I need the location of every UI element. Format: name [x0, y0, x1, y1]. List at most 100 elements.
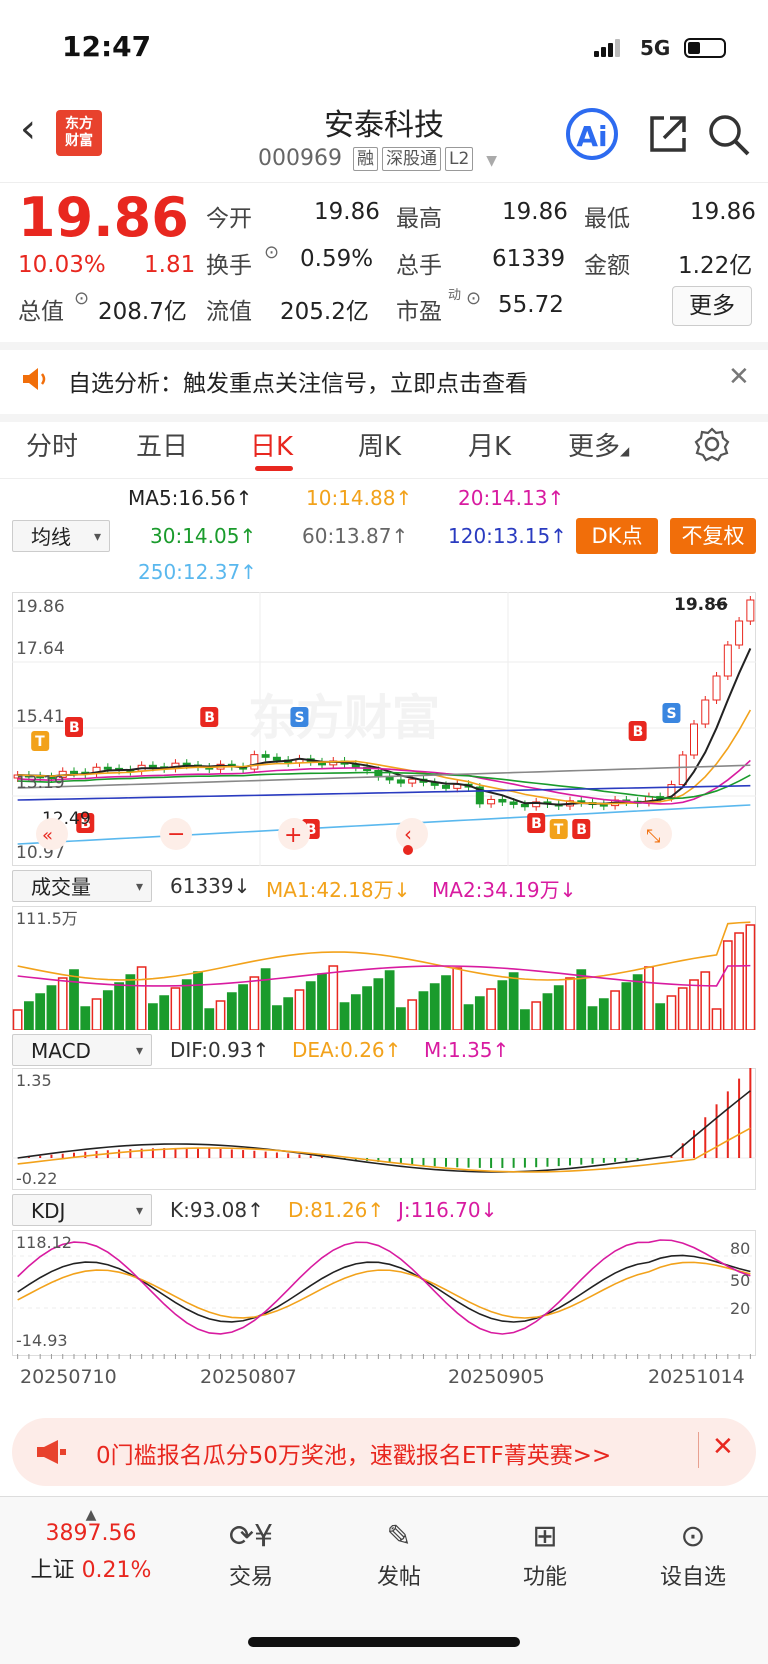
signal-icon [594, 38, 622, 57]
network-label: 5G [640, 36, 671, 60]
no-adjust-button[interactable]: 不复权 [670, 518, 756, 554]
volume-bar [294, 989, 305, 1030]
close-icon[interactable]: ✕ [712, 1432, 734, 1462]
macd-m: M:1.35↑ [424, 1038, 510, 1062]
volume-bar [181, 979, 192, 1030]
volume-bar [486, 988, 496, 1030]
tab-weekly-k[interactable]: 周K [358, 426, 401, 463]
volume-bar [350, 994, 361, 1030]
share-icon[interactable] [646, 112, 690, 156]
home-indicator [248, 1637, 520, 1647]
search-icon[interactable] [706, 112, 752, 158]
kdj-chart[interactable]: 118.12 -14.93 80 50 20 [12, 1230, 756, 1356]
ma30-value: 30:14.05↑ [150, 524, 257, 548]
volume-bar [474, 996, 485, 1030]
indicator-select-volume[interactable]: 成交量 [12, 870, 152, 903]
candle [487, 798, 496, 805]
volume-chart[interactable]: 111.5万 [12, 906, 756, 1030]
tab-five-day[interactable]: 五日 [136, 426, 188, 463]
settings-gear-icon[interactable] [694, 426, 730, 462]
watermark: 东方财富 [248, 690, 440, 746]
more-quote-button[interactable]: 更多 [672, 286, 752, 326]
volume-current: 61339↓ [170, 874, 251, 898]
tab-more-label: 更多 [568, 432, 621, 462]
signal-badge-letter: T [554, 822, 564, 838]
tab-intraday[interactable]: 分时 [26, 426, 78, 463]
index-change: 0.21% [81, 1558, 152, 1583]
info-icon[interactable]: ⊙ [264, 242, 279, 263]
volume-label: 总手 [396, 253, 442, 279]
fullscreen-icon[interactable]: ⤡ [646, 826, 660, 847]
volume-bar [520, 1009, 530, 1030]
index-quote[interactable]: ▲ 3897.56 上证 0.21% [26, 1507, 156, 1584]
volume-bar [441, 975, 451, 1030]
kline-chart[interactable]: 东方财富 TBSBBSB B B T B 19.86 17.64 15.41 13.19… [12, 592, 756, 866]
close-icon[interactable]: ✕ [728, 362, 750, 392]
tab-monthly-k[interactable]: 月K [468, 426, 511, 463]
ma20-value: 20:14.13↑ [458, 486, 565, 510]
info-icon[interactable]: ⊙ [74, 288, 89, 309]
candle [408, 778, 417, 784]
volume-bar [689, 979, 699, 1030]
scroll-left-far-icon[interactable]: « [42, 825, 53, 846]
volume-bar [418, 991, 429, 1030]
low-value: 19.86 [690, 199, 756, 225]
candle [250, 754, 259, 770]
volume-bar [204, 1008, 215, 1030]
ma5-value: MA5:16.56↑ [128, 486, 253, 510]
period-tabs: 分时 五日 日K 周K 月K 更多◢ [0, 412, 768, 479]
current-price: 19.86 [18, 186, 189, 249]
candle [678, 754, 687, 786]
nav-post-label: 发帖 [376, 1565, 421, 1590]
triangle-up-icon: ▲ [85, 1507, 97, 1523]
ai-button[interactable]: Ai [566, 108, 618, 160]
candle [498, 798, 507, 803]
tab-more[interactable]: 更多◢ [568, 426, 629, 463]
scroll-left-icon[interactable]: ‹ [404, 822, 412, 846]
nav-functions-label: 功能 [522, 1565, 567, 1590]
volume-bar [610, 990, 620, 1030]
volume-bar [215, 1000, 226, 1030]
candle [712, 675, 721, 701]
ma120-value: 120:13.15↑ [448, 524, 567, 548]
candle [690, 723, 698, 756]
info-icon[interactable]: ⊙ [466, 288, 481, 309]
kdj-level-80: 80 [730, 1239, 750, 1258]
stock-code: 000969 [258, 146, 342, 171]
volume-bar [35, 993, 46, 1030]
signal-badge-letter: T [35, 734, 45, 750]
signal-badge-letter: B [633, 724, 644, 740]
volume-bar [508, 972, 519, 1030]
nav-watchlist[interactable]: ⊙ 设自选 [638, 1515, 748, 1591]
tab-daily-k[interactable]: 日K [250, 426, 293, 463]
nav-functions[interactable]: ⊞ 功能 [490, 1515, 600, 1591]
volume-ma2: MA2:34.19万↓ [432, 878, 577, 902]
stock-code-line: 000969 融深股通 L2 ▼ [258, 146, 497, 171]
index-name: 上证 [30, 1558, 75, 1583]
nav-post[interactable]: ✎ 发帖 [344, 1515, 454, 1591]
macd-top-label: 1.35 [16, 1071, 52, 1090]
y-label-2: 17.64 [16, 639, 65, 659]
volume-bar [452, 967, 463, 1030]
indicator-select-kdj[interactable]: KDJ [12, 1194, 152, 1227]
volume-bar [362, 986, 372, 1030]
dk-point-button[interactable]: DK点 [576, 518, 658, 554]
zoom-out-icon[interactable]: − [167, 822, 185, 847]
signal-badge-letter: B [531, 816, 542, 832]
volume-bar [114, 982, 124, 1030]
volume-bar [283, 997, 294, 1030]
candle [735, 620, 744, 646]
indicator-select-macd[interactable]: MACD [12, 1034, 152, 1067]
candle [701, 699, 710, 725]
analysis-banner[interactable]: 自选分析：触发重点关注信号，立即点击查看 ✕ [0, 342, 768, 422]
chevron-down-icon[interactable]: ▼ [486, 153, 497, 169]
volume-bar [339, 1002, 350, 1030]
macd-chart[interactable]: 1.35 -0.22 [12, 1068, 756, 1190]
y-label-3: 15.41 [16, 707, 65, 727]
indicator-select-ma[interactable]: 均线 [12, 520, 110, 553]
zoom-in-icon[interactable]: + [284, 823, 302, 848]
signal-badge-letter: S [666, 706, 676, 722]
mktcap-value: 208.7亿 [98, 299, 187, 325]
promo-banner[interactable]: 0门槛报名瓜分50万奖池，速戳报名ETF菁英赛>> ✕ [12, 1418, 756, 1486]
nav-trade[interactable]: ⟳¥ 交易 [196, 1515, 306, 1591]
